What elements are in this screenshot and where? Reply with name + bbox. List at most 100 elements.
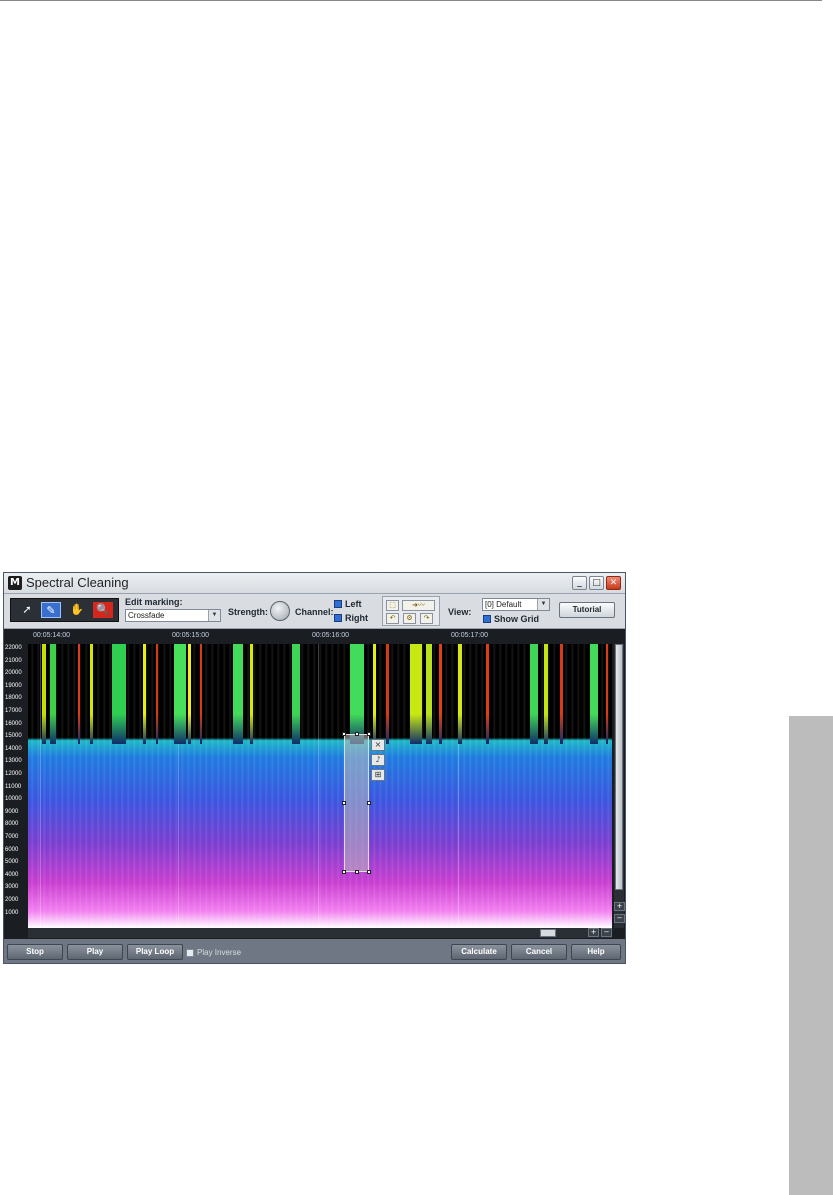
spectrogram-display[interactable]: × ♪ ⊞ <box>28 644 612 928</box>
frequency-label: 10000 <box>5 796 22 803</box>
settings-icon[interactable]: ⚙ <box>403 613 416 624</box>
spectral-band <box>606 644 608 744</box>
tutorial-button[interactable]: Tutorial <box>559 602 615 618</box>
spectral-band <box>90 644 93 744</box>
frequency-label: 4000 <box>5 871 19 878</box>
spectral-cleaning-window: M Spectral Cleaning _ □ ✕ ➚ ✎ ✋ 🔍 Edit m… <box>3 572 626 964</box>
app-logo-icon: M <box>8 576 22 590</box>
selection-handle[interactable] <box>342 732 346 736</box>
view-value: [0] Default <box>485 600 522 609</box>
selection-handle[interactable] <box>355 870 359 874</box>
frequency-label: 7000 <box>5 834 19 840</box>
view-label: View: <box>448 607 472 617</box>
edit-marking-select[interactable]: Crossfade ▼ <box>125 609 221 622</box>
vertical-scrollbar[interactable]: + − <box>614 644 625 928</box>
maximize-button[interactable]: □ <box>589 576 604 590</box>
spectral-band <box>112 644 126 744</box>
spectral-band <box>174 644 186 744</box>
undo-marking-icon[interactable]: ↶ <box>386 613 399 624</box>
help-button[interactable]: Help <box>571 944 621 960</box>
strength-knob[interactable] <box>270 601 290 621</box>
title-bar[interactable]: M Spectral Cleaning _ □ ✕ <box>4 573 625 594</box>
play-inverse-checkbox[interactable] <box>186 949 194 957</box>
frequency-label: 18000 <box>5 695 22 702</box>
frequency-label: 11000 <box>5 783 22 790</box>
play-button[interactable]: Play <box>67 944 123 960</box>
redo-marking-icon[interactable]: ↷ <box>420 613 433 624</box>
spectral-band <box>486 644 489 744</box>
view-select[interactable]: [0] Default ▼ <box>482 598 550 611</box>
horizontal-scroll-thumb[interactable] <box>540 929 556 937</box>
zoom-tool-icon[interactable]: 🔍 <box>93 602 113 618</box>
show-grid-label: Show Grid <box>494 614 539 624</box>
stop-button[interactable]: Stop <box>7 944 63 960</box>
left-channel-checkbox[interactable] <box>334 600 342 608</box>
window-title: Spectral Cleaning <box>26 575 129 590</box>
show-grid-checkbox[interactable] <box>483 615 491 623</box>
strength-label: Strength: <box>228 607 268 617</box>
frequency-label: 13000 <box>5 758 22 765</box>
time-label: 00:05:17:00 <box>451 632 488 639</box>
marking-tools-box: ⬚ ➜〰 ↶ ⚙ ↷ <box>382 596 440 626</box>
spectral-band <box>590 644 598 744</box>
spectral-band <box>156 644 158 744</box>
vertical-scroll-thumb[interactable] <box>615 644 623 890</box>
spectral-band <box>386 644 389 744</box>
pencil-tool-icon[interactable]: ✎ <box>41 602 61 618</box>
spectral-band <box>143 644 146 744</box>
frequency-label: 12000 <box>5 771 22 777</box>
time-ruler[interactable]: 00:05:14:00 00:05:15:00 00:05:16:00 00:0… <box>4 629 625 645</box>
zoom-out-horizontal-button[interactable]: − <box>601 928 612 937</box>
close-button[interactable]: ✕ <box>606 576 621 590</box>
frequency-label: 20000 <box>5 670 22 677</box>
hand-tool-icon[interactable]: ✋ <box>67 602 87 618</box>
cancel-button[interactable]: Cancel <box>511 944 567 960</box>
selection-rectangle[interactable] <box>342 732 371 874</box>
toolbar: ➚ ✎ ✋ 🔍 Edit marking: Crossfade ▼ Streng… <box>4 594 625 629</box>
selection-handle[interactable] <box>367 870 371 874</box>
left-channel-label: Left <box>345 599 362 609</box>
frequency-label: 16000 <box>5 720 22 727</box>
time-label: 00:05:16:00 <box>312 632 349 639</box>
pointer-tool-icon[interactable]: ➚ <box>17 602 37 618</box>
grid-line <box>318 644 319 928</box>
zoom-out-vertical-button[interactable]: − <box>614 914 625 923</box>
selection-handle[interactable] <box>355 732 359 736</box>
calculate-button[interactable]: Calculate <box>451 944 507 960</box>
selection-handle[interactable] <box>342 801 346 805</box>
frequency-label: 17000 <box>5 708 22 714</box>
waveform-icon[interactable]: ➜〰 <box>402 600 435 611</box>
frequency-label: 5000 <box>5 859 19 866</box>
right-channel-checkbox[interactable] <box>334 614 342 622</box>
play-selection-button[interactable]: ♪ <box>371 754 385 766</box>
spectral-band <box>350 644 364 744</box>
spectral-band <box>373 644 376 744</box>
frequency-label: 2000 <box>5 897 19 903</box>
zoom-in-vertical-button[interactable]: + <box>614 902 625 911</box>
tool-group: ➚ ✎ ✋ 🔍 <box>10 598 119 622</box>
frequency-label: 22000 <box>5 645 22 651</box>
frequency-label: 9000 <box>5 808 19 815</box>
horizontal-scrollbar[interactable]: + − <box>28 928 612 938</box>
frequency-label: 19000 <box>5 682 22 689</box>
selection-handle[interactable] <box>342 870 346 874</box>
play-inverse-label: Play Inverse <box>197 948 242 957</box>
minimize-button[interactable]: _ <box>572 576 587 590</box>
right-channel-label: Right <box>345 613 368 623</box>
spectral-band <box>42 644 46 744</box>
frequency-label: 15000 <box>5 733 22 740</box>
selection-handle[interactable] <box>367 732 371 736</box>
page-side-tab <box>789 716 833 1195</box>
spectral-band <box>410 644 422 744</box>
selection-handle[interactable] <box>367 801 371 805</box>
selection-options-button[interactable]: ⊞ <box>371 769 385 781</box>
zoom-in-horizontal-button[interactable]: + <box>588 928 599 937</box>
chevron-down-icon: ▼ <box>537 599 549 610</box>
delete-selection-button[interactable]: × <box>371 739 385 751</box>
time-label: 00:05:14:00 <box>33 632 70 639</box>
play-loop-button[interactable]: Play Loop <box>127 944 183 960</box>
spectral-band <box>560 644 563 744</box>
frequency-label: 14000 <box>5 745 22 752</box>
selection-copy-icon[interactable]: ⬚ <box>386 600 399 611</box>
spectral-band <box>200 644 202 744</box>
